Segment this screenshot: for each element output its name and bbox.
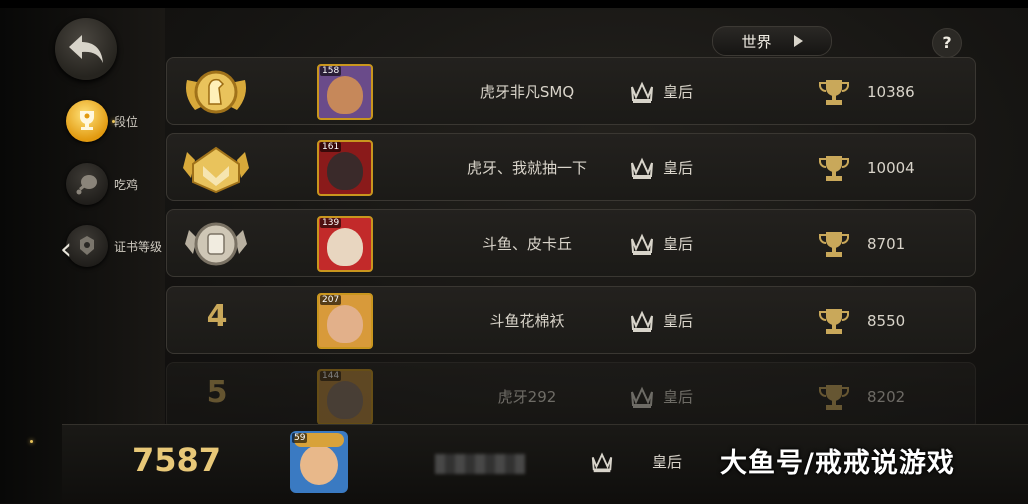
silver-gold-rank-badge-icon	[183, 146, 249, 194]
score: 8550	[867, 312, 906, 330]
my-score: 7587	[132, 441, 222, 479]
nav-label-rank: 段位	[114, 114, 139, 129]
score: 10386	[867, 83, 915, 101]
rank-number: 5	[206, 375, 228, 410]
player-name: 斗鱼花棉袄	[489, 312, 565, 330]
player-name: 虎牙292	[497, 388, 557, 406]
leaderboard-row[interactable]: 4 207 斗鱼花棉袄 皇后 8550	[166, 286, 976, 354]
my-avatar: 59	[290, 431, 348, 493]
help-button[interactable]: ?	[932, 28, 962, 58]
my-title: 皇后	[652, 453, 683, 471]
queen-crown-icon	[631, 233, 653, 255]
leaderboard-row[interactable]: 158 虎牙非凡SMQ 皇后 10386	[166, 57, 976, 125]
chicken-leg-icon	[66, 163, 108, 205]
nav-item-rank[interactable]: 段位	[66, 100, 138, 142]
score: 8701	[867, 235, 906, 253]
silver-rank-badge-icon	[185, 222, 247, 266]
avatar: 158	[317, 64, 373, 120]
player-title: 皇后	[663, 312, 694, 330]
player-name: 虎牙、我就抽一下	[466, 159, 587, 177]
gold-rank-badge-icon	[186, 70, 246, 114]
leaderboard-row[interactable]: 5 144 虎牙292 皇后 8202	[166, 362, 976, 430]
back-button[interactable]	[55, 18, 117, 80]
nav-item-certificate[interactable]: 证书等级	[66, 225, 162, 267]
back-arrow-icon	[69, 35, 103, 63]
queen-crown-icon	[631, 81, 653, 103]
player-name: 斗鱼、皮卡丘	[481, 235, 572, 253]
rank-number: 4	[206, 299, 228, 334]
nav-label-certificate: 证书等级	[114, 239, 163, 254]
watermark-text: 大鱼号/戒戒说游戏	[720, 448, 955, 479]
score: 10004	[867, 159, 915, 177]
play-triangle-icon	[793, 35, 803, 47]
trophy-icon	[819, 232, 849, 257]
chevron-left-icon[interactable]: ‹	[55, 234, 77, 266]
avatar: 139	[317, 216, 373, 272]
nav-label-chicken: 吃鸡	[114, 177, 139, 192]
trophy-icon	[819, 309, 849, 334]
sparkle	[30, 440, 33, 443]
top-edge	[0, 0, 1028, 8]
queen-crown-icon	[631, 157, 653, 179]
trophy-icon	[819, 80, 849, 105]
world-scope-button[interactable]: 世界	[712, 26, 832, 56]
avatar: 207	[317, 293, 373, 349]
trophy-icon	[819, 385, 849, 410]
avatar: 161	[317, 140, 373, 196]
score: 8202	[867, 388, 906, 406]
queen-crown-icon	[591, 452, 613, 473]
world-label: 世界	[741, 32, 772, 51]
leaderboard-row[interactable]: 139 斗鱼、皮卡丘 皇后 8701	[166, 209, 976, 277]
player-title: 皇后	[663, 83, 694, 101]
player-title: 皇后	[663, 159, 694, 177]
nav-item-chicken[interactable]: 吃鸡	[66, 163, 138, 205]
queen-crown-icon	[631, 310, 653, 332]
leaderboard-row[interactable]: 161 虎牙、我就抽一下 皇后 10004	[166, 133, 976, 201]
blurred-player-name	[435, 454, 525, 474]
avatar: 144	[317, 369, 373, 425]
trophy-icon	[819, 156, 849, 181]
queen-crown-icon	[631, 386, 653, 408]
trophy-icon	[66, 100, 108, 142]
player-name: 虎牙非凡SMQ	[479, 83, 575, 101]
player-title: 皇后	[663, 388, 694, 406]
player-title: 皇后	[663, 235, 694, 253]
